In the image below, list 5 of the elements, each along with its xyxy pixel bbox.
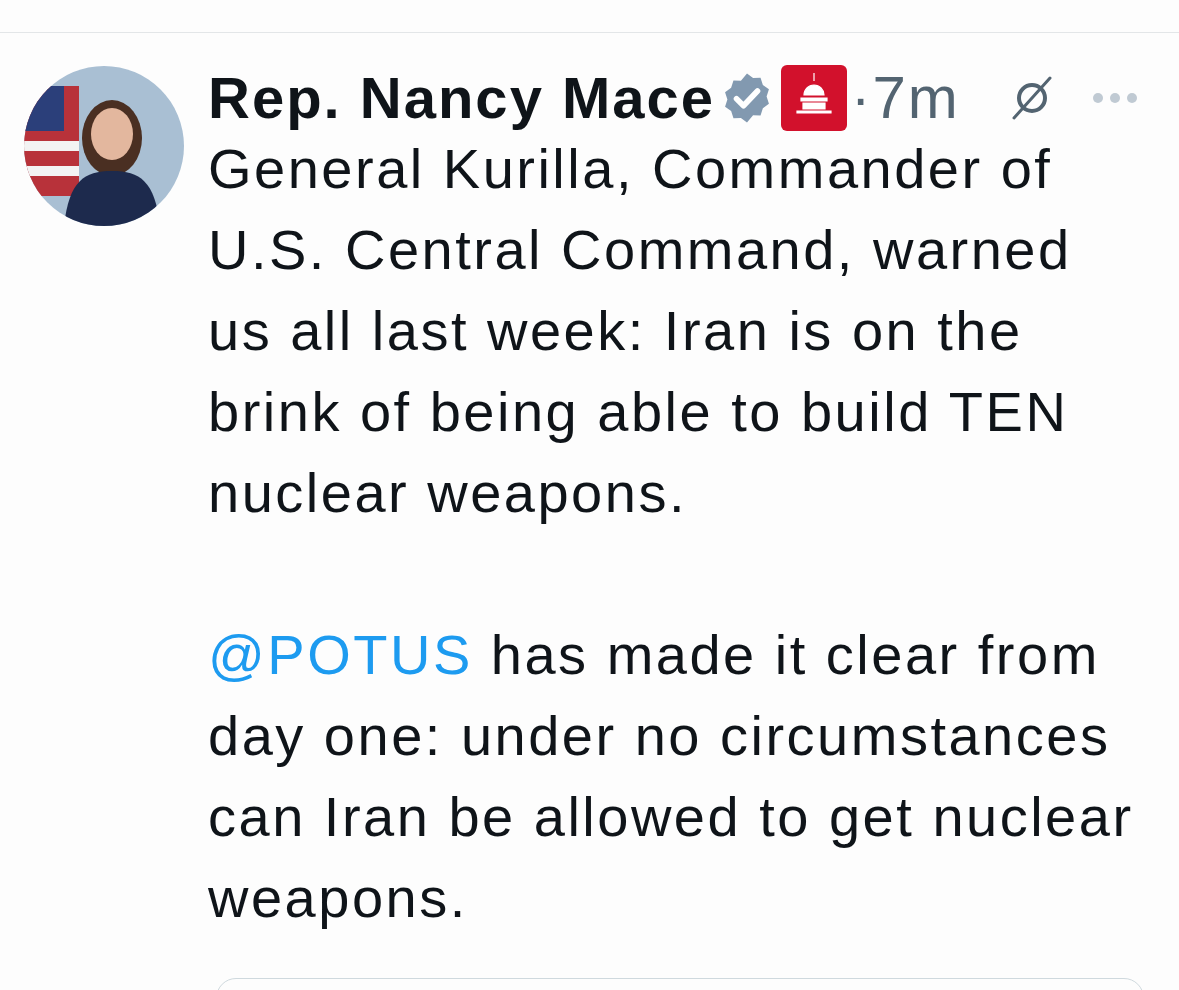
post-time[interactable]: 7m	[872, 68, 960, 128]
post-text: General Kurilla, Commander of U.S. Central Command, warned us all last week: Iran is on the brink of being able to build TEN nuclear weapons.	[208, 136, 1073, 526]
post-text: @POTUS has made it clear from day one: under no circumstances can Iran be allowed to get nuclear weapons.	[208, 622, 1135, 931]
separator-dot: ·	[851, 69, 871, 127]
capitol-dome-icon	[781, 65, 848, 131]
